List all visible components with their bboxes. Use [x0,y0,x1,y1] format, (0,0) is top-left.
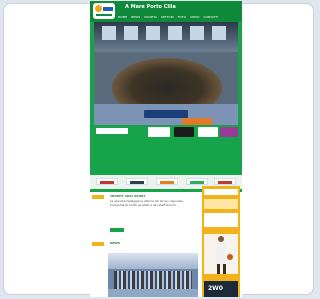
orange-mat [182,118,212,125]
team-group [112,58,222,108]
sponsor-logo[interactable] [186,178,208,185]
group-of-people [114,271,192,289]
sponsor-logo[interactable] [148,127,170,137]
gym-window [102,26,116,40]
site-title: A Mare Porto Cilia [125,4,176,10]
logo-mark [103,7,113,11]
nav-item[interactable]: SETTORI [161,15,174,19]
nav-item[interactable]: VIDEO [190,15,200,19]
site-header: A Mare Porto Cilia HOME NEWS SOCIETA SET… [90,1,242,22]
basketball-icon [227,254,233,260]
category-tag [92,242,104,246]
nav-item[interactable]: NEWS [131,15,140,19]
sponsor-logo[interactable] [156,178,178,185]
gym-window [168,26,182,40]
nav-item[interactable]: CONTATTI [203,15,218,19]
sidebar-player-image[interactable] [204,234,238,274]
gym-window [124,26,138,40]
nav-item[interactable]: FOTO [178,15,186,19]
gym-floor [108,289,198,297]
sidebar-banner[interactable]: 2W0 [204,281,238,297]
post-title[interactable]: TROPHY 2024 SPORT [110,194,145,198]
gym-window [190,26,204,40]
sidebar-widget-title [204,189,238,195]
gym-roof [108,253,198,269]
gym-window [146,26,160,40]
sponsor-logo[interactable] [220,127,238,137]
hero-team-photo[interactable] [94,22,238,125]
sponsor-logo[interactable] [126,178,148,185]
team-banner [144,110,188,118]
website-page: A Mare Porto Cilia HOME NEWS SOCIETA SET… [90,1,242,297]
player-leg [217,264,220,274]
sponsor-logo[interactable] [198,127,218,137]
post-excerpt: La squadra festeggia la vittoria del tor… [110,199,184,207]
sidebar-sponsor[interactable] [204,213,238,227]
sponsor-logo[interactable] [214,178,236,185]
sponsor-logo[interactable] [96,178,118,185]
logo-underline [96,14,112,16]
post-title[interactable]: NEWS [110,241,120,245]
player-leg [223,264,226,274]
logo-ball-icon [95,5,102,12]
post-photo[interactable] [108,253,198,297]
gym-window [212,26,226,40]
main-nav: HOME NEWS SOCIETA SETTORI FOTO VIDEO CON… [118,15,218,19]
read-more-button[interactable] [110,228,124,232]
hero-caption-box [96,128,128,134]
nav-item[interactable]: SOCIETA [144,15,157,19]
nav-item[interactable]: HOME [118,15,127,19]
sponsor-logo[interactable] [174,127,194,137]
club-logo[interactable] [93,3,115,19]
sidebar-widget[interactable] [204,199,238,209]
sidebar-banner-text: 2W0 [208,285,223,292]
category-tag [92,195,104,199]
